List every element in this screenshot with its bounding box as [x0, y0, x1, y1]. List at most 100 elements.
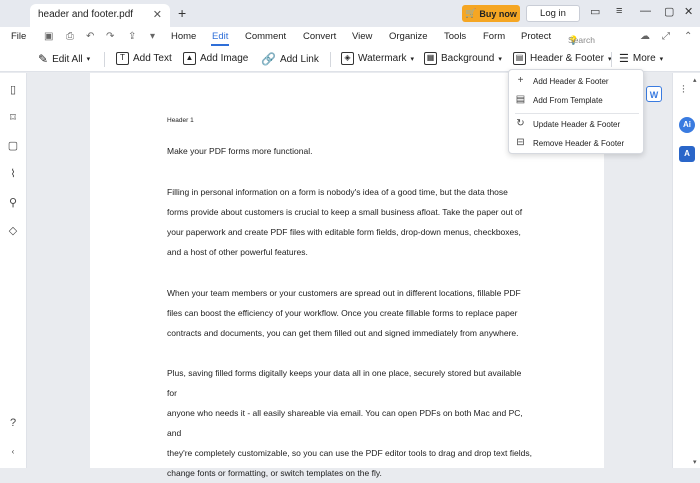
add-from-template-item[interactable]: ▤ Add From Template [509, 90, 645, 110]
paragraph-line: contracts and documents, you can get the… [167, 328, 519, 338]
background-button[interactable]: ▦ Background ▾ [424, 52, 502, 65]
translate-icon[interactable]: A [679, 146, 695, 162]
menu-file[interactable]: File [11, 31, 26, 42]
pen-icon: ✎ [38, 52, 49, 66]
bookmark-icon[interactable]: ⌑ [7, 112, 19, 124]
convert-to-word-icon[interactable]: W [646, 86, 662, 102]
menu-home[interactable]: Home [171, 31, 196, 42]
close-window-icon[interactable]: ✕ [684, 5, 693, 18]
watermark-icon: ◈ [341, 52, 354, 65]
menu-protect[interactable]: Protect [521, 31, 551, 42]
watermark-button[interactable]: ◈ Watermark ▾ [341, 52, 414, 65]
paragraph-line: change fonts or formatting, or switch te… [167, 468, 382, 478]
paragraph-line: When your team members or your customers… [167, 288, 521, 298]
image-icon: ▲ [183, 52, 196, 65]
feedback-icon[interactable]: ▭ [590, 5, 600, 18]
new-tab-button[interactable]: + [178, 5, 186, 21]
chevron-down-icon: ▾ [410, 55, 415, 63]
title-bar: header and footer.pdf ✕ + 🛒 Buy now Log … [0, 0, 700, 27]
buy-now-button[interactable]: 🛒 Buy now [462, 5, 520, 22]
background-icon: ▦ [424, 52, 437, 65]
edit-all-button[interactable]: ✎ Edit All ▾ [38, 52, 90, 66]
attachment-icon[interactable]: ⌇ [7, 168, 19, 180]
text-box-icon: T [116, 52, 129, 65]
search-icon[interactable]: ⚲ [7, 197, 19, 209]
header-footer-icon: ▤ [513, 52, 526, 65]
tab-close-icon[interactable]: ✕ [153, 8, 162, 21]
scroll-down-icon[interactable]: ▾ [693, 458, 697, 466]
print-icon[interactable]: ⎙ [66, 31, 74, 42]
header-footer-button[interactable]: ▤ Header & Footer ▾ [513, 52, 611, 65]
login-button[interactable]: Log in [526, 5, 580, 22]
minimize-icon[interactable]: — [640, 5, 651, 17]
more-button[interactable]: ☰ More ▾ [619, 52, 663, 65]
menu-comment[interactable]: Comment [245, 31, 286, 42]
maximize-icon[interactable]: ▢ [664, 5, 674, 18]
paragraph-3: When your team members or your customers… [167, 283, 532, 343]
collapse-sidebar-icon[interactable]: ‹ [7, 446, 19, 458]
paragraph-1: Make your PDF forms more functional. [167, 146, 313, 156]
cart-icon: 🛒 [465, 8, 477, 18]
paragraph-line: Plus, saving filled forms digitally keep… [167, 368, 522, 398]
thumbnails-icon[interactable]: ▯ [7, 84, 19, 96]
menu-organize[interactable]: Organize [389, 31, 428, 42]
add-link-label: Add Link [279, 53, 319, 65]
background-label: Background [441, 53, 495, 64]
dropdown-item-label: Add Header & Footer [533, 76, 609, 86]
paragraph-line: Filling in personal information on a for… [167, 187, 508, 197]
chevron-down-icon: ▾ [86, 56, 91, 63]
expand-icon[interactable]: ⤢ [662, 31, 670, 42]
menu-view[interactable]: View [352, 31, 372, 42]
ai-assistant-icon[interactable]: Ai [679, 117, 695, 133]
properties-icon[interactable]: ⫶ [682, 84, 685, 97]
add-text-label: Add Text [133, 53, 172, 64]
paragraph-line: and a host of other powerful features. [167, 247, 308, 257]
menu-bar: File ▣ ⎙ ↶ ↷ ⇪ ▾ Home Edit Comment Conve… [0, 27, 700, 55]
template-icon: ▤ [515, 94, 526, 105]
paragraph-line: files can boost the efficiency of your w… [167, 308, 518, 318]
document-tab[interactable]: header and footer.pdf ✕ [30, 4, 170, 27]
dropdown-item-label: Remove Header & Footer [533, 138, 625, 148]
toolbar-divider [104, 52, 105, 67]
paragraph-line: your paperwork and create PDF files with… [167, 227, 521, 237]
toolbar-divider [330, 52, 331, 67]
help-icon[interactable]: ? [7, 417, 19, 429]
add-image-button[interactable]: ▲ Add Image [183, 52, 248, 65]
watermark-label: Watermark [358, 53, 407, 64]
save-icon[interactable]: ▣ [44, 31, 53, 42]
remove-header-footer-item[interactable]: ⊟ Remove Header & Footer [509, 133, 645, 153]
menu-edit[interactable]: Edit [212, 31, 228, 42]
dropdown-item-label: Add From Template [533, 95, 603, 105]
add-header-footer-item[interactable]: + Add Header & Footer [509, 71, 645, 91]
edit-all-label: Edit All [52, 53, 83, 65]
menu-convert[interactable]: Convert [303, 31, 336, 42]
header-footer-label: Header & Footer [530, 53, 604, 64]
header-footer-dropdown: + Add Header & Footer ▤ Add From Templat… [508, 69, 644, 154]
update-header-footer-item[interactable]: ↻ Update Header & Footer [509, 114, 645, 134]
scroll-up-icon[interactable]: ▴ [693, 76, 697, 84]
quick-access-dropdown-icon[interactable]: ▾ [150, 31, 155, 42]
plus-icon: + [517, 75, 524, 86]
right-sidebar: ⫶ Ai A [672, 73, 700, 468]
menu-form[interactable]: Form [483, 31, 505, 42]
link-icon: 🔗 [261, 52, 276, 66]
cloud-upload-icon[interactable]: ☁ [640, 31, 650, 42]
more-icon: ☰ [619, 53, 629, 65]
collapse-toolbar-icon[interactable]: ⌃ [684, 31, 692, 42]
paragraph-line: they're completely customizable, so you … [167, 448, 532, 458]
chevron-down-icon: ▾ [498, 55, 502, 63]
more-label: More [632, 53, 656, 64]
undo-icon[interactable]: ↶ [86, 31, 94, 42]
refresh-icon: ↻ [516, 118, 525, 129]
menu-tools[interactable]: Tools [444, 31, 466, 42]
add-text-button[interactable]: T Add Text [116, 52, 172, 65]
layers-icon[interactable]: ◇ [7, 225, 19, 237]
menu-icon[interactable]: ≡ [616, 5, 622, 17]
comment-icon[interactable]: ▢ [7, 140, 19, 152]
redo-icon[interactable]: ↷ [106, 31, 114, 42]
add-image-label: Add Image [200, 53, 249, 64]
page-header-text: Header 1 [167, 117, 194, 124]
paragraph-line: anyone who needs it - all easily shareab… [167, 408, 523, 438]
add-link-button[interactable]: 🔗 Add Link [261, 52, 319, 66]
share-icon[interactable]: ⇪ [128, 31, 136, 42]
